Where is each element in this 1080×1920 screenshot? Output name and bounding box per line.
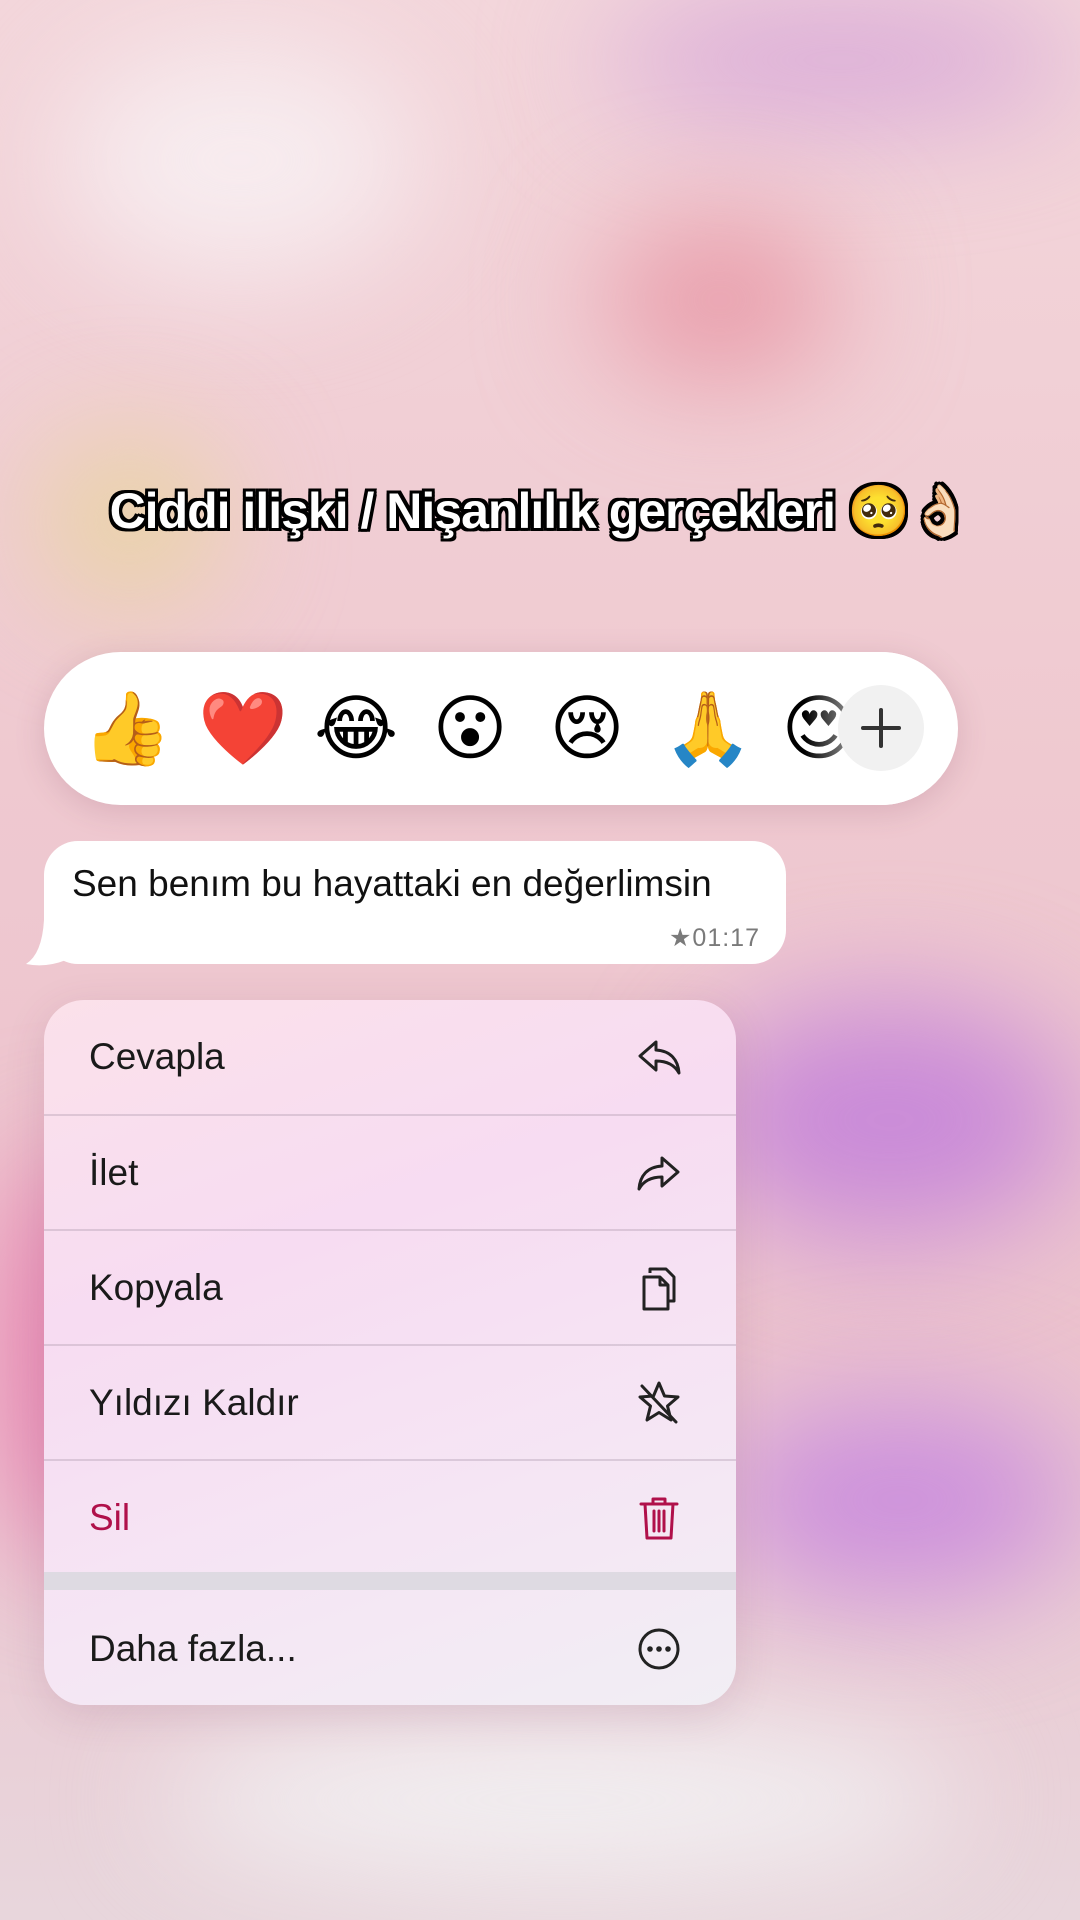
- menu-item-label: İlet: [89, 1152, 139, 1193]
- menu-group-separator: [44, 1572, 736, 1590]
- bg-blob: [700, 1000, 1080, 1240]
- bg-blob: [600, 0, 1080, 120]
- menu-item-label: Daha fazla...: [89, 1628, 297, 1669]
- reaction-tears-of-joy[interactable]: 😂: [314, 688, 398, 768]
- menu-item-reply[interactable]: Cevapla: [44, 1000, 736, 1114]
- more-icon: [638, 1628, 680, 1670]
- menu-item-label: Kopyala: [89, 1267, 223, 1308]
- video-caption: Ciddi ilişki / Nişanlılık gerçekleri 🥺👌🏻: [0, 482, 1080, 541]
- more-reactions-button[interactable]: [838, 685, 924, 771]
- menu-item-label: Yıldızı Kaldır: [89, 1382, 299, 1423]
- menu-item-label: Sil: [89, 1497, 131, 1538]
- menu-item-label: Cevapla: [89, 1036, 225, 1077]
- reply-icon: [638, 1040, 681, 1075]
- reaction-folded-hands[interactable]: 🙏: [663, 688, 753, 768]
- reaction-bar: 👍 ❤️ 😂 😮 😢 🙏 😍: [44, 652, 958, 805]
- caption-emoji: 🥺👌🏻: [847, 482, 972, 540]
- reaction-thumbs-up[interactable]: 👍: [82, 688, 172, 768]
- bg-blob: [720, 1400, 1080, 1600]
- bg-blob: [600, 220, 840, 380]
- menu-item-more[interactable]: Daha fazla...: [44, 1592, 736, 1705]
- bg-blob: [60, 40, 420, 280]
- unstar-icon: [638, 1381, 680, 1424]
- menu-item-copy[interactable]: Kopyala: [44, 1231, 736, 1345]
- message-time: ★01:17: [669, 924, 760, 952]
- caption-text: Ciddi ilişki / Nişanlılık gerçekleri: [109, 483, 836, 539]
- menu-item-unstar[interactable]: Yıldızı Kaldır: [44, 1346, 736, 1460]
- trash-icon: [639, 1497, 679, 1540]
- bg-blob: [160, 1720, 960, 1880]
- menu-item-forward[interactable]: İlet: [44, 1116, 736, 1230]
- forward-icon: [637, 1156, 680, 1191]
- message-bubble[interactable]: Sen benım bu hayattaki en değerlimsin ★0…: [44, 841, 786, 964]
- reaction-crying-face[interactable]: 😢: [547, 688, 627, 768]
- message-text: Sen benım bu hayattaki en değerlimsin: [72, 863, 712, 904]
- reaction-open-mouth[interactable]: 😮: [430, 688, 510, 768]
- context-menu: Cevapla İlet Kopyala Yıldızı Kaldır Sil: [44, 1000, 736, 1705]
- reaction-red-heart[interactable]: ❤️: [198, 688, 288, 768]
- plus-icon: [861, 708, 901, 748]
- menu-item-delete[interactable]: Sil: [44, 1461, 736, 1575]
- copy-icon: [642, 1267, 676, 1311]
